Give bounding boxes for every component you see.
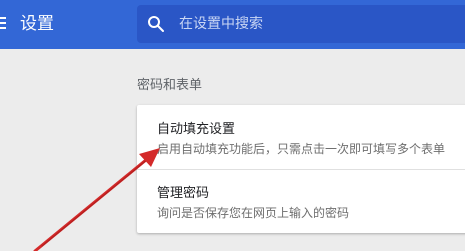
top-app-bar: 设置 (0, 0, 465, 49)
page-title: 设置 (20, 14, 54, 34)
search-box[interactable] (137, 5, 465, 43)
search-input[interactable] (179, 14, 459, 34)
section-heading: 密码和表单 (137, 78, 203, 93)
settings-card: 自动填充设置 启用自动填充功能后，只需点击一次即可填写多个表单 管理密码 询问是… (137, 105, 465, 233)
hamburger-menu-icon[interactable] (0, 17, 6, 31)
row-description: 询问是否保存您在网页上输入的密码 (157, 206, 350, 220)
autofill-settings-row[interactable]: 自动填充设置 启用自动填充功能后，只需点击一次即可填写多个表单 (137, 105, 465, 169)
row-title: 自动填充设置 (157, 122, 236, 137)
manage-passwords-row[interactable]: 管理密码 询问是否保存您在网页上输入的密码 (137, 169, 465, 233)
row-title: 管理密码 (157, 186, 210, 201)
search-icon (148, 16, 164, 32)
row-description: 启用自动填充功能后，只需点击一次即可填写多个表单 (157, 142, 446, 156)
